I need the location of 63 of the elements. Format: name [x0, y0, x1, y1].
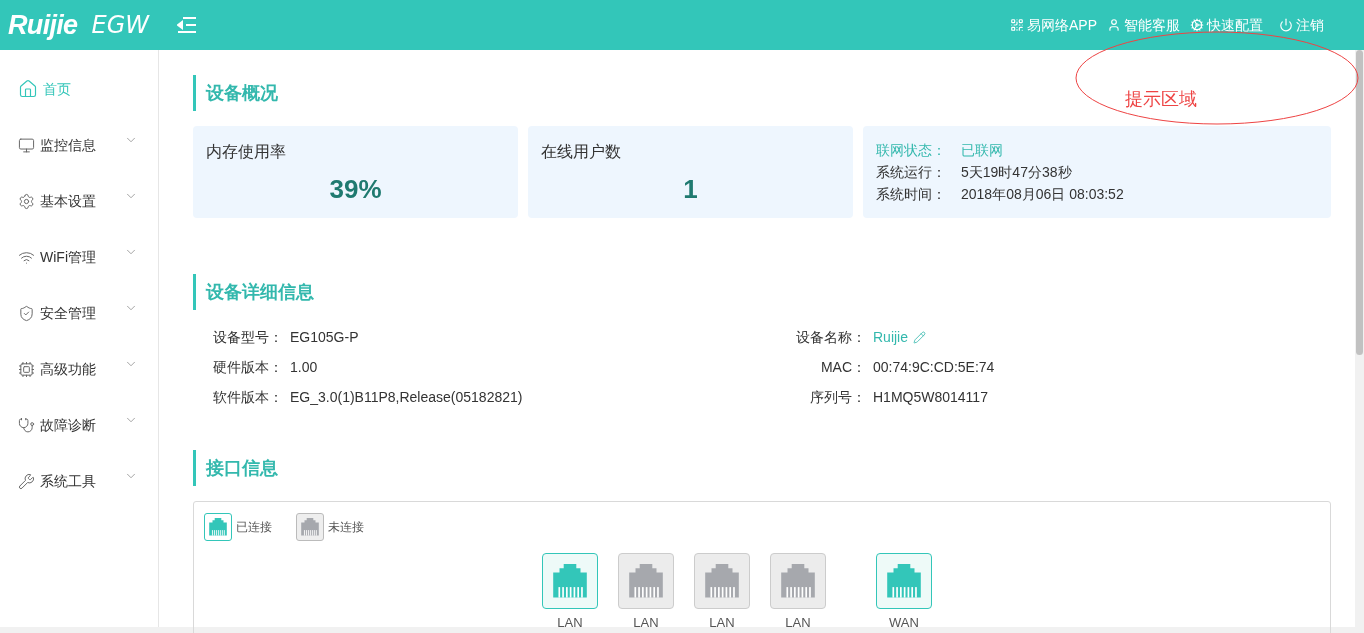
status-label: 系统运行：	[876, 163, 947, 182]
user-icon	[1107, 18, 1121, 32]
detail-value: Ruijie	[873, 327, 908, 347]
logo: Ruijie	[8, 11, 78, 39]
stat-value: 39%	[328, 173, 383, 206]
legend-label: 未连接	[328, 519, 364, 536]
product-name: EGW	[91, 13, 149, 37]
annotation-label: 提示区域	[1125, 87, 1197, 111]
tools-icon	[18, 472, 35, 490]
stat-value: 1	[682, 173, 699, 206]
sidebar-item[interactable]: 系统工具	[0, 453, 158, 509]
port-label: LAN	[709, 614, 735, 632]
ethernet-port-icon	[299, 518, 321, 536]
shield-icon	[18, 304, 35, 322]
settings-icon	[18, 192, 35, 210]
legend-label: 已连接	[236, 519, 272, 536]
stat-label: 在线用户数	[541, 142, 622, 162]
status-value: 5天19时47分38秒	[961, 163, 1072, 182]
sidebar-item[interactable]: 故障诊断	[0, 397, 158, 453]
port-label: LAN	[785, 614, 811, 632]
sidebar-item[interactable]: WiFi管理	[0, 229, 158, 285]
section-title: 设备概况	[206, 81, 278, 105]
monitor-icon	[18, 136, 35, 154]
qr-code-icon	[1010, 18, 1024, 32]
detail-label: 设备名称：	[795, 327, 866, 347]
port-label: LAN	[557, 614, 583, 632]
detail-label: MAC：	[819, 357, 866, 377]
stethoscope-icon	[18, 416, 35, 434]
port-tile[interactable]	[694, 553, 750, 609]
status-value: 已联网	[961, 141, 1003, 160]
sidebar-item[interactable]: 监控信息	[0, 117, 158, 173]
detail-value: 1.00	[290, 357, 318, 377]
detail-label: 软件版本：	[212, 387, 283, 407]
power-icon	[1279, 18, 1293, 32]
port-label: WAN	[889, 614, 919, 632]
port-tile[interactable]	[618, 553, 674, 609]
detail-label: 设备型号：	[212, 327, 283, 347]
status-label: 联网状态：	[876, 141, 947, 160]
edit-icon[interactable]	[913, 330, 926, 344]
home-icon	[18, 79, 38, 99]
scrollbar-thumb[interactable]	[1356, 50, 1363, 355]
section-title: 接口信息	[206, 456, 278, 480]
detail-value: H1MQ5W8014117	[873, 387, 988, 407]
port-tile[interactable]	[876, 553, 932, 609]
detail-value: EG_3.0(1)B11P8,Release(05182821)	[290, 387, 523, 407]
ethernet-port-icon	[207, 518, 229, 536]
sidebar-item[interactable]: 基本设置	[0, 173, 158, 229]
chip-icon	[18, 360, 35, 378]
detail-label: 序列号：	[809, 387, 866, 407]
port-tile[interactable]	[770, 553, 826, 609]
status-label: 系统时间：	[876, 185, 947, 204]
port-tile[interactable]	[542, 553, 598, 609]
sidebar-item[interactable]: 高级功能	[0, 341, 158, 397]
stat-label: 内存使用率	[206, 142, 287, 162]
detail-value: EG105G-P	[290, 327, 359, 347]
gear-icon	[1190, 18, 1204, 32]
port-label: LAN	[633, 614, 659, 632]
status-value: 2018年08月06日 08:03:52	[961, 185, 1124, 204]
detail-label: 硬件版本：	[212, 357, 283, 377]
menu-collapse-icon[interactable]	[176, 17, 197, 33]
detail-value: 00:74:9C:CD:5E:74	[873, 357, 995, 377]
section-title: 设备详细信息	[206, 280, 314, 304]
sidebar-item[interactable]: 安全管理	[0, 285, 158, 341]
